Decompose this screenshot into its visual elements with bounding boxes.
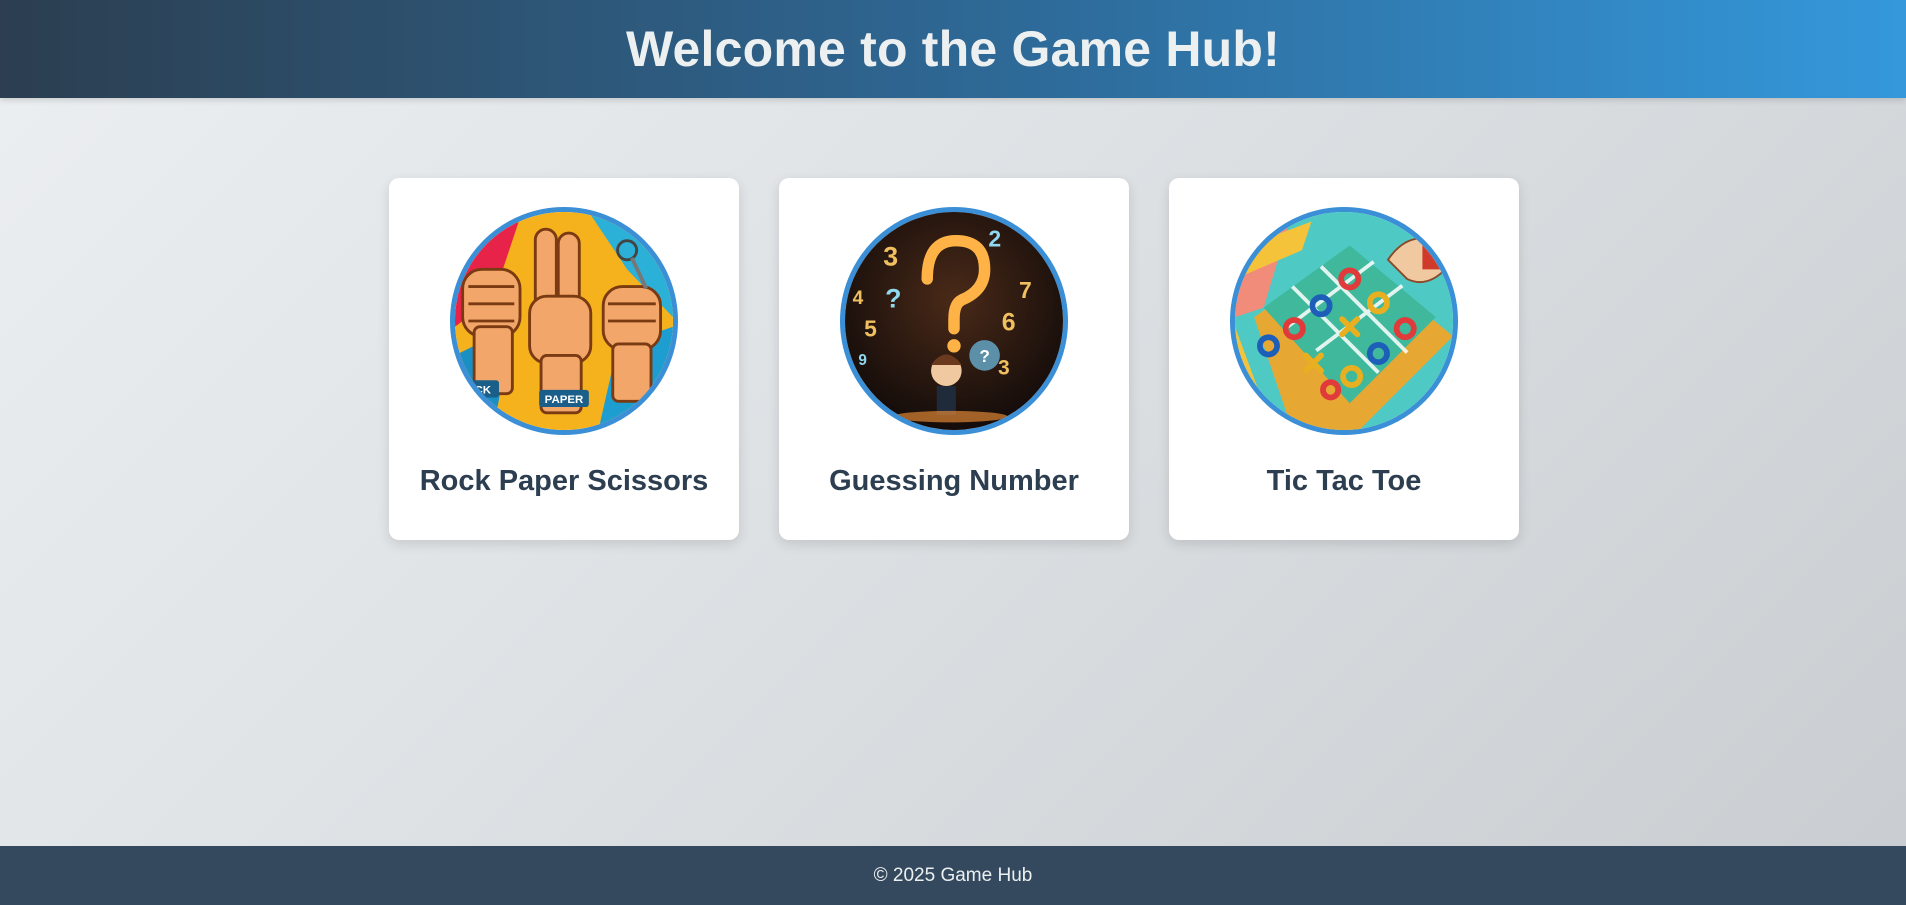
image-text-paper: PAPER	[545, 394, 584, 406]
image-number-4: 4	[853, 288, 864, 309]
image-text-rock: CK	[474, 385, 491, 397]
game-card-tic-tac-toe[interactable]: Tic Tac Toe	[1169, 178, 1519, 540]
footer-copyright: © 2025 Game Hub	[873, 864, 1033, 886]
image-number-2: 2	[988, 225, 1001, 251]
game-title[interactable]: Rock Paper Scissors	[420, 465, 709, 498]
tic-tac-toe-board-icon[interactable]	[1230, 207, 1458, 435]
image-number-3: 3	[883, 242, 898, 272]
image-question-mark: ?	[885, 284, 901, 314]
tic-tac-toe-illustration	[1235, 212, 1453, 430]
guessing-number-illustration: 3 2 ? 7 5 6 4 9 3 ?	[845, 212, 1063, 430]
game-title[interactable]: Guessing Number	[829, 465, 1079, 498]
image-number-6: 6	[1002, 310, 1016, 337]
page-title: Welcome to the Game Hub!	[626, 21, 1280, 77]
image-number-9: 9	[858, 352, 867, 369]
game-card-rock-paper-scissors[interactable]: PAPER CK Rock Paper Scissors	[389, 178, 739, 540]
image-number-5: 5	[864, 315, 877, 341]
rock-paper-scissors-hands-icon[interactable]: PAPER CK	[450, 207, 678, 435]
footer: © 2025 Game Hub	[0, 846, 1906, 905]
image-number-7: 7	[1019, 277, 1032, 303]
thought-bubble-question: ?	[979, 346, 990, 366]
game-title[interactable]: Tic Tac Toe	[1267, 465, 1422, 498]
game-card-guessing-number[interactable]: 3 2 ? 7 5 6 4 9 3 ? Guessing Number	[779, 178, 1129, 540]
rock-paper-scissors-illustration: PAPER CK	[455, 212, 673, 430]
game-cards: PAPER CK Rock Paper Scissors 3 2 ? 7 5 6…	[389, 178, 1519, 540]
question-mark-numbers-icon[interactable]: 3 2 ? 7 5 6 4 9 3 ?	[840, 207, 1068, 435]
image-number-3-bottom: 3	[998, 357, 1010, 380]
header: Welcome to the Game Hub!	[0, 0, 1906, 98]
